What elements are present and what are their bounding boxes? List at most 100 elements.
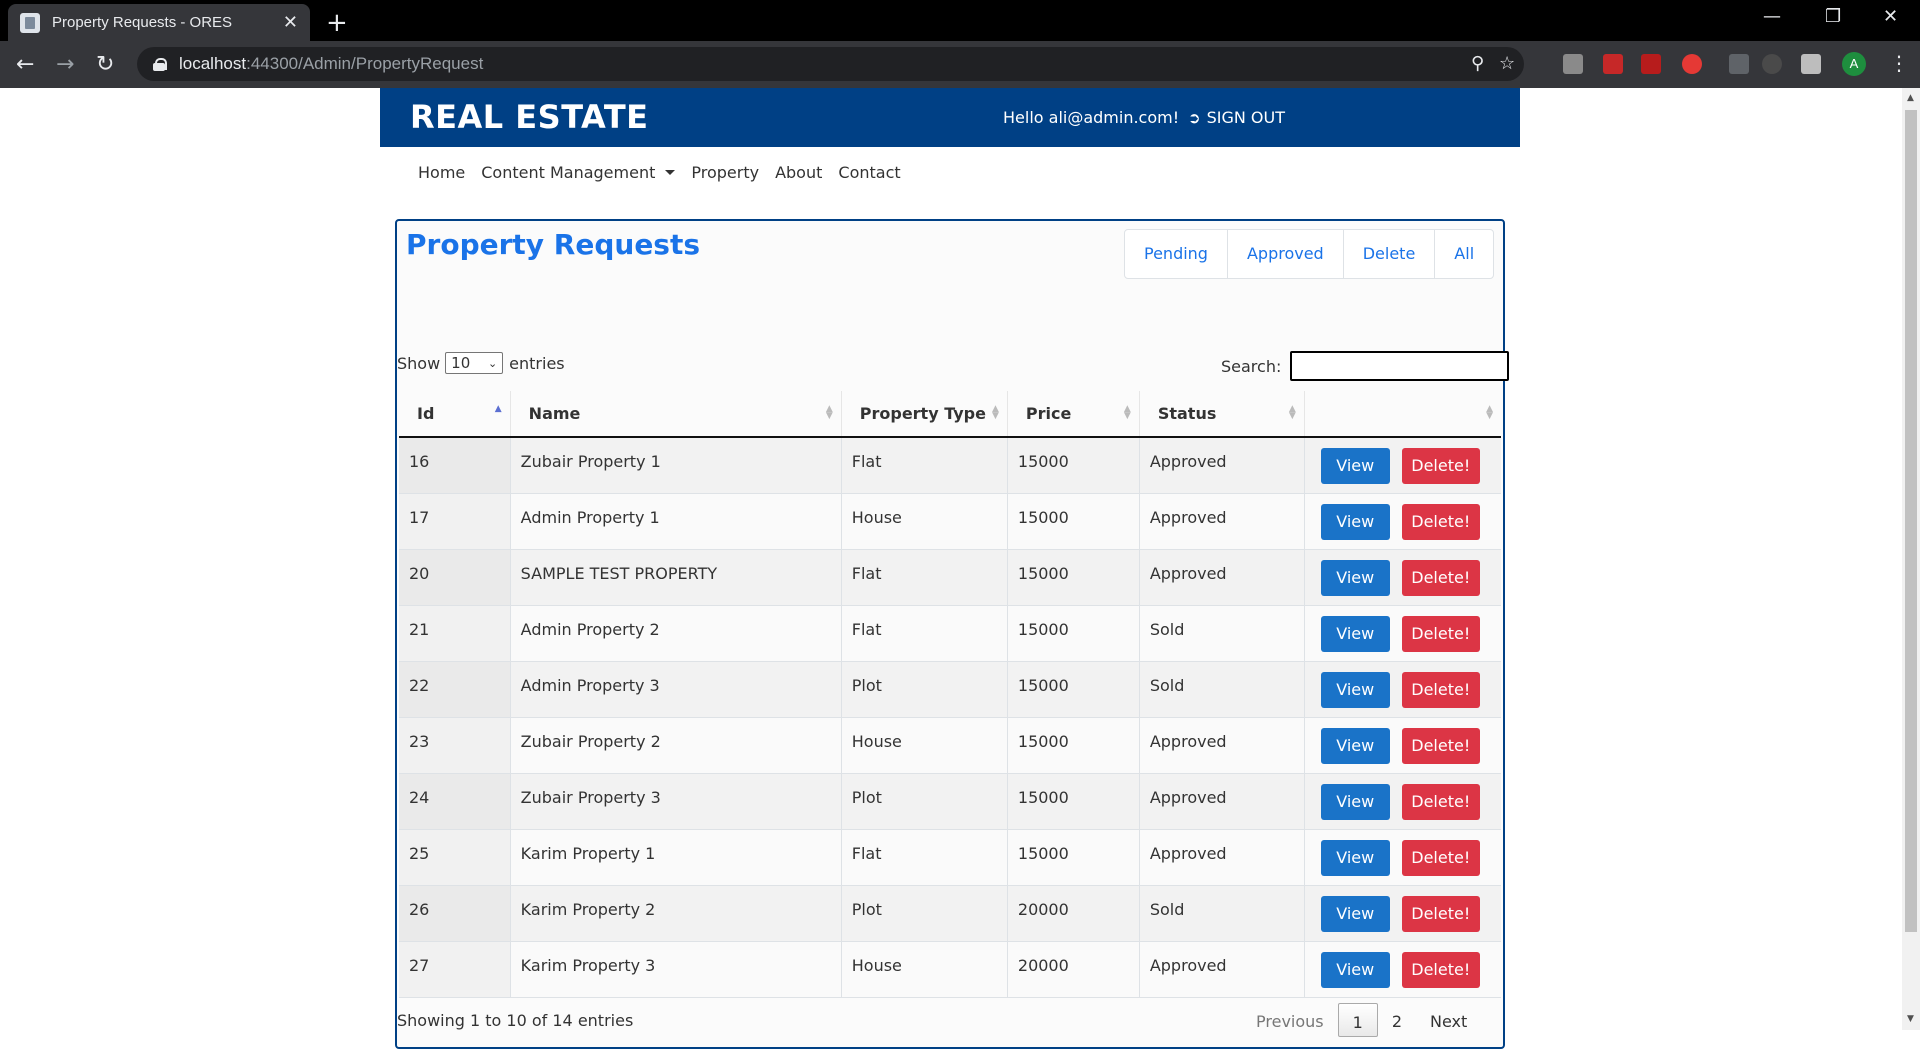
chevron-down-icon: ⌄ (487, 356, 498, 370)
extension-icon[interactable] (1682, 54, 1702, 74)
view-button[interactable]: View (1320, 448, 1390, 484)
star-icon[interactable]: ☆ (1499, 53, 1515, 74)
sort-icon: ▲ ▼ (991, 404, 999, 421)
scroll-thumb[interactable] (1905, 110, 1917, 932)
pagination-next[interactable]: Next (1416, 1003, 1481, 1037)
filter-delete-button[interactable]: Delete (1344, 230, 1436, 278)
cell-price: 20000 (1007, 941, 1140, 998)
profile-avatar[interactable]: A (1842, 52, 1866, 76)
reload-icon[interactable]: ↻ (96, 52, 114, 77)
table-row: 16 Zubair Property 1 Flat 15000 Approved View… (399, 437, 1501, 494)
delete-button[interactable]: Delete! (1401, 727, 1480, 764)
url-path: :44300/Admin/PropertyRequest (246, 54, 484, 73)
filter-approved-button[interactable]: Approved (1228, 230, 1344, 278)
cell-actions: View Delete! (1304, 717, 1501, 774)
view-button[interactable]: View (1320, 839, 1390, 876)
pagination-previous[interactable]: Previous (1242, 1003, 1338, 1037)
close-tab-icon[interactable]: ✕ (283, 12, 298, 33)
delete-button[interactable]: Delete! (1401, 671, 1480, 708)
delete-button[interactable]: Delete! (1401, 951, 1480, 988)
column-header-status[interactable]: Status ▲ ▼ (1139, 391, 1305, 438)
property-requests-table: Id ▲ Name ▲ ▼ Property Type ▲ ▼ Price ▲ ▼ Statu… (399, 391, 1501, 998)
column-header-label: Name (528, 404, 581, 423)
user-greeting: Hello ali@admin.com! (1003, 108, 1180, 127)
address-bar[interactable]: localhost:44300/Admin/PropertyRequest ⚲ … (137, 47, 1524, 81)
cell-type: Flat (841, 549, 1008, 606)
cell-price: 15000 (1007, 773, 1140, 830)
extension-icon[interactable] (1603, 54, 1623, 74)
scroll-up-icon[interactable]: ▲ (1907, 93, 1914, 103)
extension-icon[interactable] (1762, 54, 1782, 74)
table-search: Search: (1221, 351, 1510, 381)
delete-button[interactable]: Delete! (1401, 783, 1480, 820)
delete-button[interactable]: Delete! (1401, 895, 1480, 932)
brand-logo[interactable]: REAL ESTATE (410, 98, 649, 136)
cell-actions: View Delete! (1304, 661, 1501, 718)
nav-contact[interactable]: Contact (838, 163, 900, 182)
cell-id: 24 (399, 773, 511, 830)
nav-about[interactable]: About (775, 163, 822, 182)
view-button[interactable]: View (1320, 671, 1390, 708)
nav-property[interactable]: Property (691, 163, 759, 182)
minimize-icon[interactable]: — (1763, 6, 1781, 27)
window-close-icon[interactable]: ✕ (1883, 6, 1898, 27)
entries-length-control: Show 10 ⌄ entries (397, 352, 565, 374)
forward-icon[interactable]: → (56, 52, 74, 77)
pdf-extension-icon[interactable] (1641, 54, 1661, 74)
view-button[interactable]: View (1320, 895, 1390, 932)
browser-tab[interactable]: Property Requests - ORES ✕ (8, 4, 310, 41)
view-button[interactable]: View (1320, 951, 1390, 988)
scroll-down-icon[interactable]: ▼ (1907, 1014, 1914, 1024)
view-button[interactable]: View (1320, 727, 1390, 764)
nav-home[interactable]: Home (418, 163, 465, 182)
filter-pending-button[interactable]: Pending (1125, 230, 1228, 278)
search-input[interactable] (1290, 351, 1510, 381)
table-row: 17 Admin Property 1 House 15000 Approved View… (399, 493, 1501, 550)
menu-icon[interactable]: ⋮ (1889, 51, 1909, 75)
new-tab-icon[interactable]: + (326, 8, 348, 38)
column-header-price[interactable]: Price ▲ ▼ (1007, 391, 1140, 438)
delete-button[interactable]: Delete! (1401, 503, 1480, 540)
restore-icon[interactable]: ❐ (1825, 6, 1841, 27)
cell-name: Admin Property 1 (510, 493, 842, 550)
page-scrollbar[interactable]: ▲ ▼ (1902, 88, 1920, 1030)
lock-icon[interactable] (153, 57, 167, 71)
view-button[interactable]: View (1320, 783, 1390, 820)
delete-button[interactable]: Delete! (1401, 839, 1480, 876)
column-header-id[interactable]: Id ▲ (399, 391, 511, 438)
view-button[interactable]: View (1320, 503, 1390, 540)
filter-all-button[interactable]: All (1435, 230, 1493, 278)
cell-type: Plot (841, 885, 1008, 942)
cell-price: 20000 (1007, 885, 1140, 942)
cell-type: House (841, 941, 1008, 998)
delete-button[interactable]: Delete! (1401, 559, 1480, 596)
extensions-icon[interactable] (1801, 54, 1821, 74)
view-button[interactable]: View (1320, 615, 1390, 652)
nav-content-management[interactable]: Content Management (481, 163, 676, 182)
zoom-icon[interactable]: ⚲ (1471, 53, 1484, 74)
delete-button[interactable]: Delete! (1401, 448, 1480, 484)
delete-button[interactable]: Delete! (1401, 615, 1480, 652)
cell-name: Zubair Property 2 (510, 717, 842, 774)
sort-icon: ▲ ▼ (825, 404, 833, 421)
cell-price: 15000 (1007, 549, 1140, 606)
pagination-page-1[interactable]: 1 (1337, 1003, 1378, 1037)
cell-actions: View Delete! (1304, 941, 1501, 998)
column-header-actions[interactable]: ▲ ▼ (1304, 391, 1501, 438)
cell-status: Sold (1139, 661, 1305, 718)
signout-link[interactable]: ➲ SIGN OUT (1188, 108, 1285, 127)
tab-title: Property Requests - ORES (52, 14, 233, 31)
extension-icon[interactable] (1729, 54, 1749, 74)
property-requests-card: Property Requests Pending Approved Delet… (395, 219, 1510, 1049)
cell-type: Flat (841, 829, 1008, 886)
search-label: Search: (1221, 356, 1282, 376)
extension-icon[interactable] (1563, 54, 1583, 74)
pagination-page-2[interactable]: 2 (1378, 1003, 1416, 1037)
view-button[interactable]: View (1320, 559, 1390, 596)
column-header-name[interactable]: Name ▲ ▼ (510, 391, 842, 438)
url-host: localhost (179, 54, 247, 73)
cell-status: Approved (1139, 493, 1305, 550)
entries-select[interactable]: 10 ⌄ (445, 352, 504, 374)
back-icon[interactable]: ← (16, 52, 34, 77)
column-header-type[interactable]: Property Type ▲ ▼ (841, 391, 1008, 438)
